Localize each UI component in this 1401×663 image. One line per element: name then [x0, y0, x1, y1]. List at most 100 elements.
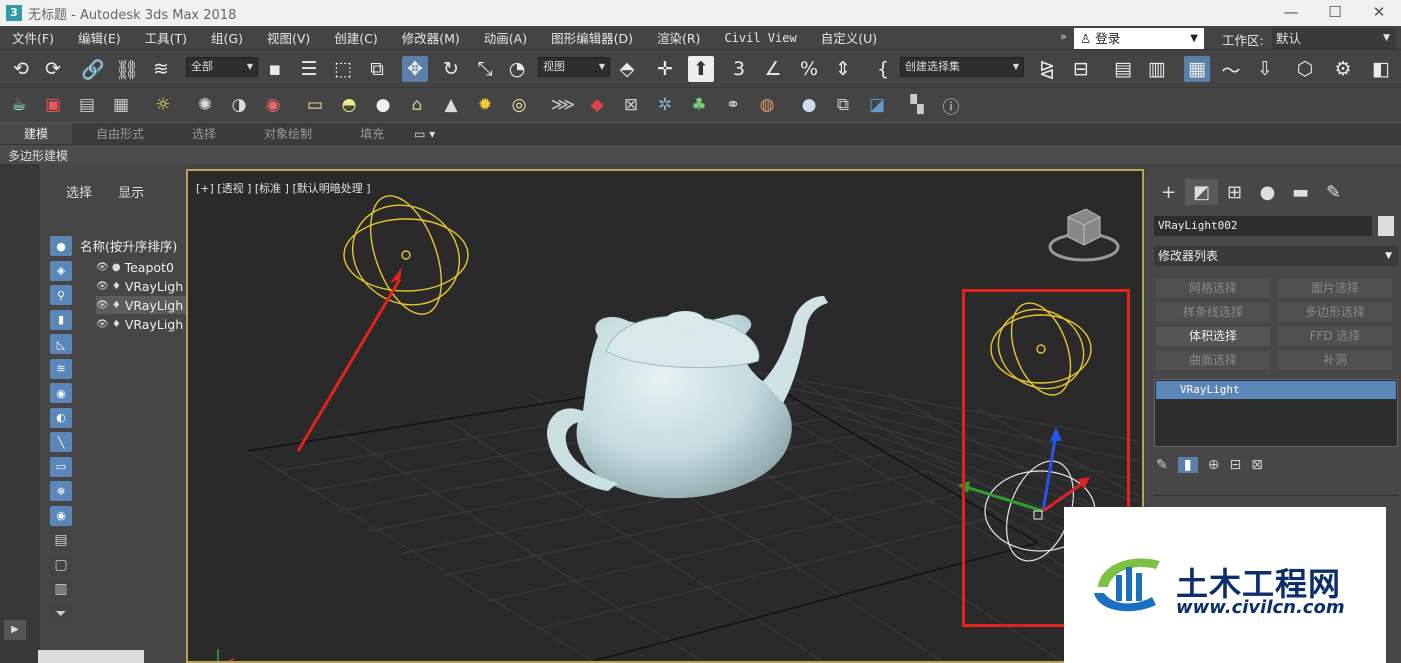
sphere-light-icon[interactable]: ●: [370, 92, 396, 118]
vray-clipper-icon[interactable]: ◍: [754, 92, 780, 118]
window-crossing-icon[interactable]: ⧉: [364, 56, 390, 82]
pivot-center-icon[interactable]: ⬘: [614, 56, 640, 82]
list-icon[interactable]: ▤: [74, 92, 100, 118]
dome-icon[interactable]: ◑: [226, 92, 252, 118]
select-none-icon[interactable]: ▢: [50, 554, 72, 575]
menu-modifiers[interactable]: 修改器(M): [390, 28, 472, 47]
containers-filter-icon[interactable]: ▭: [50, 456, 72, 477]
hair-icon[interactable]: ⚭: [720, 92, 746, 118]
select-invert-icon[interactable]: ▥: [50, 579, 72, 599]
explorer-item[interactable]: 👁 ♦ VRayLigh: [96, 315, 186, 333]
table-icon[interactable]: ▦: [108, 92, 134, 118]
select-rotate-icon[interactable]: ↻: [438, 56, 464, 82]
configure-sets-icon[interactable]: ⊠: [1251, 457, 1263, 473]
toggle-ribbon-icon[interactable]: ▦: [1184, 56, 1210, 82]
modify-tab-icon[interactable]: ◩: [1185, 179, 1218, 205]
groups-filter-icon[interactable]: ◐: [50, 407, 72, 428]
cameras-filter-icon[interactable]: ◺: [50, 334, 72, 354]
plane-light-icon[interactable]: ▭: [302, 92, 328, 118]
angle-snap-icon[interactable]: ∠: [760, 56, 786, 82]
mod-spline-select-button[interactable]: 样条线选择: [1156, 303, 1270, 322]
particles-filter-icon[interactable]: ❄: [50, 481, 72, 501]
make-unique-icon[interactable]: ⊕: [1208, 457, 1220, 473]
show-end-result-icon[interactable]: ▮: [1177, 457, 1198, 473]
percent-snap-icon[interactable]: %: [796, 56, 822, 82]
snap-3d-icon[interactable]: 3: [726, 56, 752, 82]
menu-group[interactable]: 组(G): [199, 28, 255, 47]
menu-create[interactable]: 创建(C): [322, 28, 389, 47]
menu-tools[interactable]: 工具(T): [133, 28, 199, 47]
redo-icon[interactable]: ⟳: [40, 56, 66, 82]
object-color-swatch[interactable]: [1378, 216, 1394, 236]
select-scale-icon[interactable]: ⤡: [472, 56, 498, 82]
menu-animation[interactable]: 动画(A): [472, 28, 539, 47]
frame-buffer-icon[interactable]: ▣: [40, 92, 66, 118]
remove-modifier-icon[interactable]: ⊟: [1229, 457, 1241, 473]
explorer-hscrollbar[interactable]: [38, 650, 144, 663]
lights-filter-icon[interactable]: ▮: [50, 309, 72, 330]
vray-light-icon[interactable]: ✺: [192, 92, 218, 118]
ribbon-tab-freeform[interactable]: 自由形式: [72, 125, 168, 142]
menu-rendering[interactable]: 渲染(R): [645, 28, 712, 47]
keyboard-shortcut-icon[interactable]: ⬆: [688, 56, 714, 82]
workspace-select[interactable]: 默认 ▼: [1272, 28, 1396, 49]
place-icon[interactable]: ◔: [504, 56, 530, 82]
menu-edit[interactable]: 编辑(E): [66, 28, 133, 47]
modifier-list-dropdown[interactable]: 修改器列表 ▼: [1154, 246, 1398, 266]
select-object-icon[interactable]: ▪: [262, 56, 288, 82]
menu-civil-view[interactable]: Civil View: [712, 31, 808, 45]
render-setup-icon[interactable]: ⚙: [1330, 56, 1356, 82]
viewcube-icon[interactable]: [1048, 208, 1120, 262]
mirror-icon[interactable]: ⧎: [1034, 56, 1060, 82]
close-icon[interactable]: ✕: [1357, 0, 1401, 26]
vray-fur-icon[interactable]: ♣: [686, 92, 712, 118]
edit-named-sets-icon[interactable]: {: [870, 56, 896, 82]
menu-views[interactable]: 视图(V): [255, 28, 322, 47]
settings-icon[interactable]: ▚: [904, 92, 930, 118]
ribbon-tab-object-paint[interactable]: 对象绘制: [240, 125, 336, 142]
proxy-icon[interactable]: ⋙: [550, 92, 576, 118]
sun-icon[interactable]: ✹: [472, 92, 498, 118]
link-icon[interactable]: 🔗: [80, 56, 106, 82]
material-sphere-icon[interactable]: ●: [796, 92, 822, 118]
stack-item-vraylight[interactable]: VRayLight: [1156, 381, 1396, 399]
menu-file[interactable]: 文件(F): [0, 28, 66, 47]
display-tab-icon[interactable]: ▬: [1284, 179, 1317, 205]
minimize-icon[interactable]: —: [1269, 0, 1313, 26]
hierarchy-tab-icon[interactable]: ⊞: [1218, 179, 1251, 205]
layer-explorer-icon[interactable]: ▥: [1144, 56, 1170, 82]
light-lister-icon[interactable]: ☼: [150, 92, 176, 118]
signin-dropdown[interactable]: ♙ 登录 ▼: [1074, 28, 1204, 49]
manipulate-icon[interactable]: ✛: [652, 56, 678, 82]
mod-surface-select-button[interactable]: 曲面选择: [1156, 351, 1270, 370]
mod-cap-holes-button[interactable]: 补洞: [1278, 351, 1392, 370]
material-convert-icon[interactable]: ⧉: [830, 92, 856, 118]
utilities-tab-icon[interactable]: ✎: [1317, 179, 1350, 205]
play-icon[interactable]: ▶: [4, 620, 26, 640]
mod-poly-select-button[interactable]: 多边形选择: [1278, 303, 1392, 322]
menu-graph-editors[interactable]: 图形编辑器(D): [539, 28, 645, 47]
eye-icon[interactable]: 👁 ♦: [96, 281, 121, 292]
vray-sphere-icon[interactable]: ✲: [652, 92, 678, 118]
select-all-icon[interactable]: ▤: [50, 530, 72, 550]
bind-space-warp-icon[interactable]: ≋: [148, 56, 174, 82]
shapes-filter-icon[interactable]: ⚲: [50, 285, 72, 305]
ambient-light-icon[interactable]: ◎: [506, 92, 532, 118]
vray-light-gizmo-1[interactable]: [334, 186, 477, 324]
display-all-icon[interactable]: ●: [50, 236, 72, 256]
vray-plane-icon[interactable]: ⊠: [618, 92, 644, 118]
unlink-icon[interactable]: ⛓: [114, 56, 140, 82]
rect-selection-icon[interactable]: ⬚: [330, 56, 356, 82]
filter-funnel-icon[interactable]: ⏷: [50, 603, 72, 624]
curve-editor-icon[interactable]: 〜: [1218, 56, 1244, 82]
scene-explorer-icon[interactable]: ▤: [1110, 56, 1136, 82]
mod-mesh-select-button[interactable]: 网格选择: [1156, 279, 1270, 298]
mesh-light-icon[interactable]: ⌂: [404, 92, 430, 118]
viewport-label[interactable]: [+] [透视 ] [标准 ] [默认明暗处理 ]: [196, 180, 371, 196]
motion-tab-icon[interactable]: ●: [1251, 179, 1284, 205]
eye-icon[interactable]: 👁 ♦: [96, 300, 121, 311]
object-name-field[interactable]: VRayLight002: [1154, 216, 1372, 236]
explorer-tab-display[interactable]: 显示: [118, 186, 144, 201]
material-editor-icon[interactable]: ⬡: [1292, 56, 1318, 82]
eye-icon[interactable]: 👁 ●: [96, 262, 121, 273]
